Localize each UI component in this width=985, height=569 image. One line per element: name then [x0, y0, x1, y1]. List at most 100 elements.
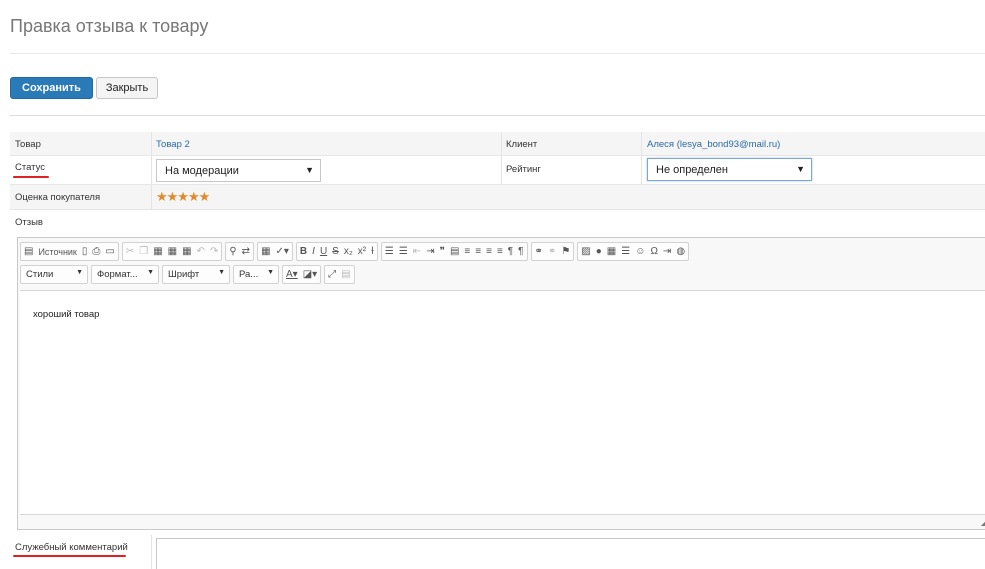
spellcheck-icon[interactable]: ✓▾ [276, 246, 289, 257]
italic-icon[interactable]: I [312, 246, 315, 257]
editor-content[interactable]: хороший товар [20, 290, 985, 515]
chevron-down-icon: ▼ [147, 269, 154, 276]
show-blocks-icon[interactable]: ▤ [341, 269, 350, 280]
superscript-icon[interactable]: x² [358, 246, 366, 257]
link-icon[interactable]: ⚭ [535, 246, 543, 257]
buyer-rating-row: Оценка покупателя ★★★★★ [10, 185, 985, 210]
unlink-icon[interactable]: ⚭ [548, 246, 556, 257]
text-color-icon[interactable]: A▾ [286, 269, 298, 280]
toolbar-group-clipboard: ✂ ❐ ▦ ▦ ▦ ↶ ↷ [121, 242, 223, 261]
div-icon[interactable]: ▤ [450, 246, 459, 257]
size-combo-label: Ра... [239, 269, 259, 280]
toolbar-group-insert: ▨ ● ▦ ☰ ☺ Ω ⇥ ◍ [577, 242, 690, 261]
status-select[interactable]: На модерации ▼ [156, 159, 321, 182]
page-title: Правка отзыва к товару [10, 16, 209, 36]
select-all-icon[interactable]: ▦ [261, 246, 270, 257]
chevron-down-icon: ▼ [305, 165, 314, 175]
paste-text-icon[interactable]: ▦ [168, 246, 177, 257]
background-color-icon[interactable]: ◪▾ [303, 269, 317, 280]
page-break-icon[interactable]: ⇥ [663, 246, 671, 257]
rating-select[interactable]: Не определен ▼ [647, 158, 812, 181]
outdent-icon[interactable]: ⇤ [413, 246, 421, 257]
save-button[interactable]: Сохранить [10, 77, 93, 99]
status-select-value: На модерации [165, 165, 239, 177]
styles-combo-label: Стили [26, 269, 54, 280]
chevron-down-icon: ▼ [218, 269, 225, 276]
templates-icon[interactable]: ▭ [105, 246, 114, 257]
review-row: Отзыв [10, 210, 985, 236]
replace-icon[interactable]: ⇄ [242, 246, 250, 257]
align-center-icon[interactable]: ≡ [475, 246, 481, 257]
ltr-icon[interactable]: ¶ [508, 246, 513, 257]
format-combo[interactable]: Формат... ▼ [91, 265, 159, 284]
maximize-icon[interactable]: ⤢ [328, 269, 336, 280]
table-icon[interactable]: ▦ [607, 246, 616, 257]
image-icon[interactable]: ▨ [581, 246, 590, 257]
font-combo-label: Шрифт [168, 269, 200, 280]
bold-icon[interactable]: B [300, 246, 307, 257]
bulleted-list-icon[interactable]: ☰ [399, 246, 408, 257]
anchor-icon[interactable]: ⚑ [561, 246, 570, 257]
source-button[interactable]: Источник [38, 247, 76, 257]
product-link[interactable]: Товар 2 [156, 139, 190, 150]
toolbar-group-colors: A▾ ◪▾ [282, 265, 322, 284]
star-rating-icon: ★★★★★ [156, 189, 210, 204]
blockquote-icon[interactable]: ❞ [440, 246, 445, 257]
toolbar-group-find: ⚲ ⇄ [225, 242, 255, 261]
redo-icon[interactable]: ↷ [210, 246, 218, 257]
strike-icon[interactable]: S [332, 246, 339, 257]
paste-word-icon[interactable]: ▦ [182, 246, 191, 257]
divider [10, 53, 985, 54]
preview-icon[interactable]: ▯ [82, 246, 88, 257]
resize-handle-icon[interactable]: ◢ [981, 518, 985, 527]
highlight-underline [13, 176, 49, 178]
divider [10, 115, 985, 116]
client-label: Клиент [506, 139, 538, 150]
smiley-icon[interactable]: ☺ [635, 246, 645, 257]
paste-icon[interactable]: ▦ [153, 246, 162, 257]
remove-format-icon[interactable]: Ɨ [371, 246, 374, 257]
rating-label: Рейтинг [506, 164, 541, 175]
align-right-icon[interactable]: ≡ [486, 246, 492, 257]
status-label: Статус [15, 162, 46, 173]
service-comment-row: Служебный комментарий [10, 535, 985, 569]
rating-select-value: Не определен [656, 164, 728, 176]
service-comment-textarea[interactable] [156, 538, 985, 569]
buyer-rating-label: Оценка покупателя [15, 192, 101, 203]
styles-combo[interactable]: Стили ▼ [20, 265, 88, 284]
toolbar-group-tools: ⤢ ▤ [324, 265, 355, 284]
justify-icon[interactable]: ≡ [497, 246, 503, 257]
rtl-icon[interactable]: ¶ [518, 246, 523, 257]
undo-icon[interactable]: ↶ [197, 246, 205, 257]
toolbar-group-basicstyles: B I U S x₂ x² Ɨ [295, 242, 378, 261]
toolbar-group-links: ⚭ ⚭ ⚑ [530, 242, 575, 261]
copy-icon[interactable]: ❐ [139, 246, 148, 257]
rich-text-editor: ▤ Источник ▯ ⎙ ▭ ✂ ❐ ▦ ▦ ▦ ↶ ↷ ⚲ ⇄ ▦ ✓▾ … [17, 237, 985, 530]
flash-icon[interactable]: ● [596, 246, 602, 257]
toolbar-group-document: ▤ Источник ▯ ⎙ ▭ [20, 242, 119, 261]
size-combo[interactable]: Ра... ▼ [233, 265, 279, 284]
source-icon[interactable]: ▤ [24, 246, 33, 257]
close-button[interactable]: Закрыть [96, 77, 158, 99]
iframe-icon[interactable]: ◍ [676, 246, 685, 257]
indent-icon[interactable]: ⇥ [426, 246, 434, 257]
subscript-icon[interactable]: x₂ [344, 246, 353, 257]
underline-icon[interactable]: U [320, 246, 327, 257]
font-combo[interactable]: Шрифт ▼ [162, 265, 230, 284]
editor-toolbar-row-2: Стили ▼ Формат... ▼ Шрифт ▼ Ра... ▼ A▾ ◪… [20, 265, 355, 284]
numbered-list-icon[interactable]: ☰ [385, 246, 394, 257]
toolbar-group-spell: ▦ ✓▾ [257, 242, 293, 261]
toolbar-group-paragraph: ☰ ☰ ⇤ ⇥ ❞ ▤ ≡ ≡ ≡ ≡ ¶ ¶ [380, 242, 528, 261]
client-link[interactable]: Алеся (lesya_bond93@mail.ru) [647, 139, 780, 150]
align-left-icon[interactable]: ≡ [464, 246, 470, 257]
cut-icon[interactable]: ✂ [126, 246, 134, 257]
print-icon[interactable]: ⎙ [92, 246, 100, 257]
chevron-down-icon: ▼ [76, 269, 83, 276]
horizontal-rule-icon[interactable]: ☰ [621, 246, 630, 257]
format-combo-label: Формат... [97, 269, 138, 280]
chevron-down-icon: ▼ [267, 269, 274, 276]
special-char-icon[interactable]: Ω [650, 246, 657, 257]
editor-text: хороший товар [33, 309, 100, 320]
product-label: Товар [15, 139, 41, 150]
find-icon[interactable]: ⚲ [229, 246, 236, 257]
